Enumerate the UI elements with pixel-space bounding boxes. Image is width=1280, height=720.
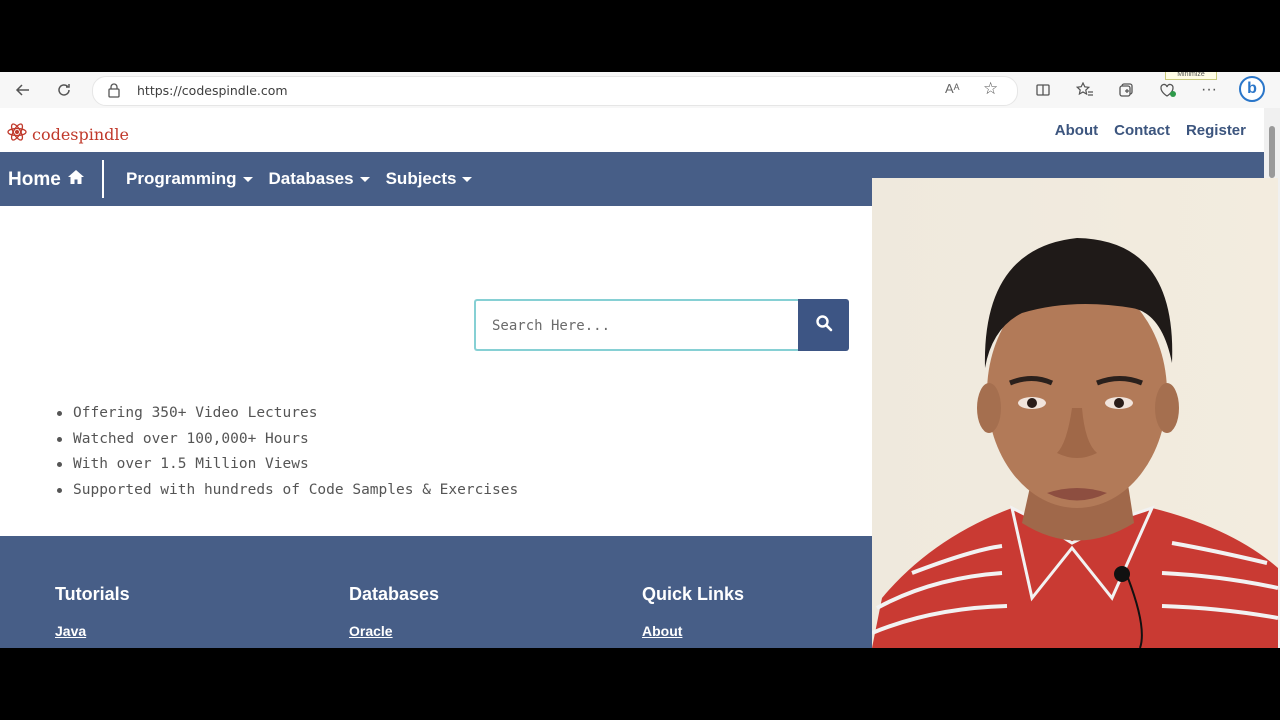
presenter-image <box>872 178 1278 648</box>
nav-home-label: Home <box>8 169 61 190</box>
search-box <box>474 299 798 351</box>
nav-databases[interactable]: Databases <box>269 169 370 189</box>
list-item: Offering 350+ Video Lectures <box>55 402 518 428</box>
collections-icon[interactable] <box>1114 78 1138 102</box>
browser-window: https://codespindle.com Aᴬ ☆ Minimize ··… <box>0 72 1280 648</box>
nav-divider <box>102 160 104 198</box>
list-item: With over 1.5 Million Views <box>55 453 518 479</box>
bing-icon[interactable]: b <box>1239 76 1265 102</box>
address-bar[interactable]: https://codespindle.com Aᴬ ☆ <box>92 76 1018 106</box>
search-button[interactable] <box>798 299 849 351</box>
nav-databases-label: Databases <box>268 169 354 188</box>
footer-heading: Databases <box>349 584 440 604</box>
footer-heading: Quick Links <box>642 584 745 604</box>
footer-link[interactable]: Java <box>55 623 130 639</box>
nav-home[interactable]: Home <box>8 169 85 191</box>
nav-menu: Programming Databases Subjects <box>126 169 473 189</box>
list-item: Watched over 100,000+ Hours <box>55 428 518 454</box>
site-logo[interactable]: codespindle <box>6 121 129 148</box>
lock-icon <box>107 82 123 98</box>
feature-list: Offering 350+ Video Lectures Watched ove… <box>55 402 518 504</box>
spindle-logo-icon <box>6 121 28 148</box>
footer-link[interactable]: About <box>642 623 744 639</box>
site-header: codespindle About Contact Register <box>0 108 1264 152</box>
list-item: Supported with hundreds of Code Samples … <box>55 479 518 505</box>
nav-subjects[interactable]: Subjects <box>386 169 473 189</box>
read-aloud-icon[interactable]: Aᴬ <box>945 81 960 96</box>
about-link[interactable]: About <box>1055 122 1098 139</box>
url-text[interactable]: https://codespindle.com <box>137 83 288 98</box>
chevron-down-icon <box>242 176 253 182</box>
chevron-down-icon <box>359 176 370 182</box>
extensions-icon[interactable] <box>1156 78 1180 102</box>
scroll-thumb[interactable] <box>1269 126 1275 178</box>
more-icon[interactable]: ··· <box>1197 78 1221 102</box>
favorites-icon[interactable] <box>1073 78 1097 102</box>
footer-tutorials: Tutorials Java <box>55 584 130 639</box>
chevron-down-icon <box>462 176 473 182</box>
search-icon <box>815 314 833 337</box>
refresh-icon[interactable] <box>52 78 76 102</box>
footer-databases: Databases Oracle <box>349 584 439 639</box>
search-input[interactable] <box>476 301 784 351</box>
top-links: About Contact Register <box>1055 122 1246 139</box>
star-icon[interactable]: ☆ <box>983 79 998 99</box>
footer-link[interactable]: Oracle <box>349 623 439 639</box>
nav-programming[interactable]: Programming <box>126 169 253 189</box>
logo-text: codespindle <box>32 125 130 144</box>
footer-heading: Tutorials <box>55 584 130 604</box>
register-link[interactable]: Register <box>1186 122 1246 139</box>
split-screen-icon[interactable] <box>1031 78 1055 102</box>
contact-link[interactable]: Contact <box>1114 122 1170 139</box>
home-icon <box>67 169 85 191</box>
nav-programming-label: Programming <box>126 169 237 188</box>
browser-toolbar: https://codespindle.com Aᴬ ☆ Minimize ··… <box>0 72 1280 109</box>
back-arrow-icon[interactable] <box>11 78 35 102</box>
footer-quick-links: Quick Links About <box>642 584 744 639</box>
presenter-webcam <box>872 178 1278 648</box>
nav-subjects-label: Subjects <box>385 169 457 188</box>
